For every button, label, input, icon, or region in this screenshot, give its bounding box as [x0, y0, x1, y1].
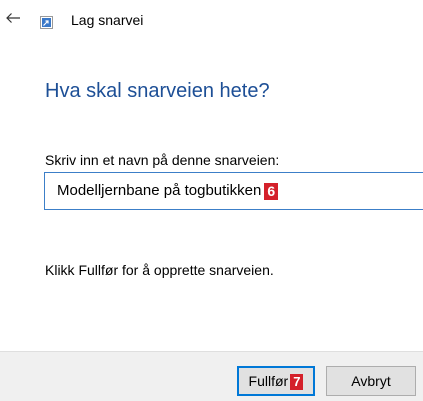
- create-shortcut-dialog: Lag snarvei Hva skal snarveien hete? Skr…: [0, 0, 423, 401]
- window-title: Lag snarvei: [71, 12, 144, 28]
- arrow-left-icon: [6, 13, 20, 23]
- cancel-button[interactable]: Avbryt: [326, 366, 416, 396]
- shortcut-name-input[interactable]: Modelljernbane på togbutikken 6: [44, 172, 423, 210]
- callout-marker-6: 6: [264, 182, 279, 200]
- shortcut-icon: [40, 16, 53, 29]
- back-button[interactable]: [4, 8, 22, 28]
- callout-marker-7: 7: [290, 374, 304, 391]
- shortcut-name-label: Skriv inn et navn på denne snarveien:: [45, 152, 280, 168]
- finish-button[interactable]: Fullfør 7: [237, 366, 315, 396]
- instruction-text: Klikk Fullfør for å opprette snarveien.: [45, 262, 274, 278]
- finish-button-label: Fullfør: [248, 373, 289, 389]
- dialog-footer: Fullfør 7 Avbryt: [0, 351, 423, 401]
- cancel-button-label: Avbryt: [351, 373, 391, 389]
- page-heading: Hva skal snarveien hete?: [45, 80, 270, 102]
- shortcut-name-value: Modelljernbane på togbutikken: [57, 182, 262, 199]
